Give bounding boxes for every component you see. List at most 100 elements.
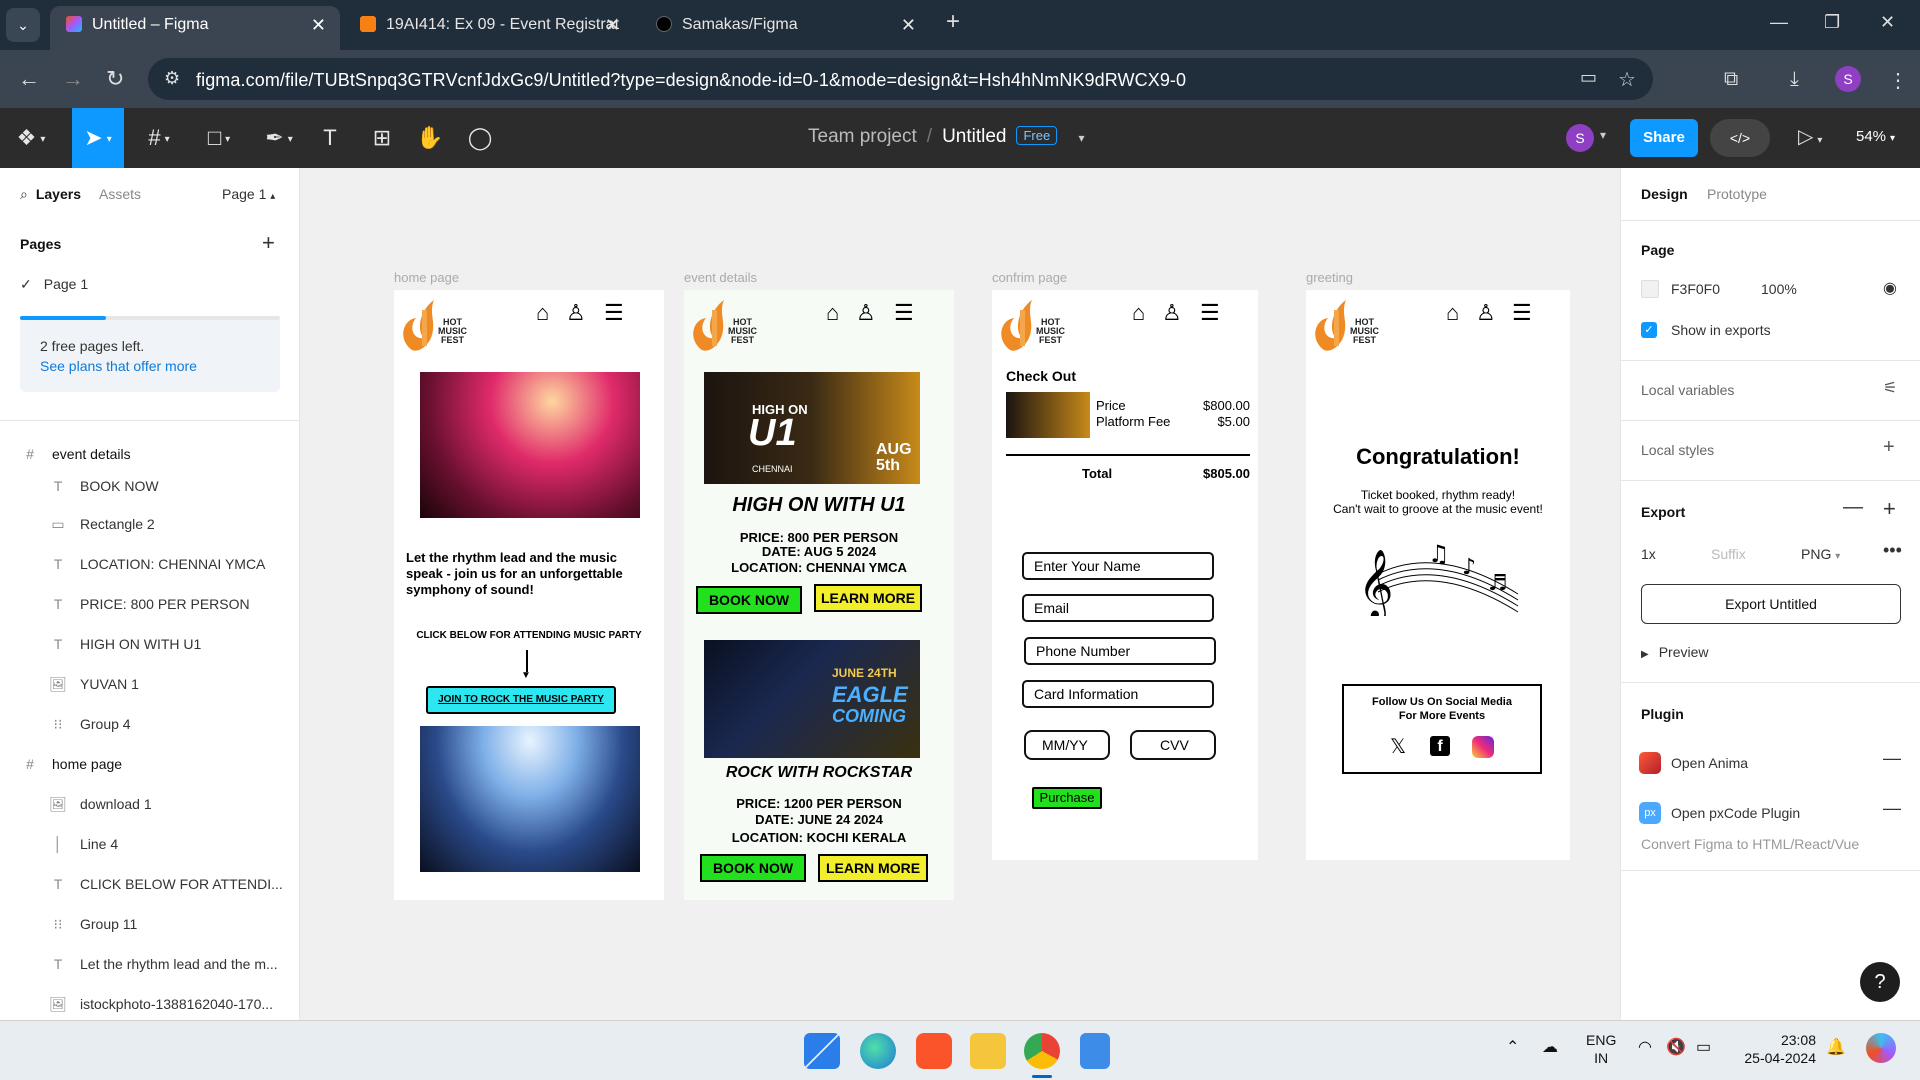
volume-muted-icon[interactable]: 🔇 (1666, 1039, 1686, 1057)
back-icon[interactable]: ← (18, 66, 40, 92)
remove-export-icon[interactable]: — (1843, 496, 1863, 519)
export-suffix-input[interactable]: Suffix (1711, 546, 1746, 562)
greeting-frame[interactable]: HOT MUSIC FEST ⌂ ♙ ☰ Congratulation! Ticke… (1306, 290, 1570, 860)
email-field[interactable]: Email (1022, 594, 1214, 622)
confirm-page-frame[interactable]: HOT MUSIC FEST ⌂ ♙ ☰ Check Out Price $800.… (992, 290, 1258, 860)
purchase-button[interactable]: Purchase (1032, 787, 1102, 809)
new-tab-icon[interactable]: + (946, 8, 960, 36)
plugin-anima[interactable]: Open Anima (1671, 755, 1748, 771)
user-icon[interactable]: ♙ (1476, 300, 1496, 326)
tab-search-button[interactable]: ⌄ (6, 8, 40, 42)
layer-row[interactable]: T BOOK NOW (0, 466, 299, 506)
tab-figma[interactable]: Untitled – Figma ✕ (50, 6, 340, 50)
team-name[interactable]: Team project (808, 126, 917, 147)
instagram-icon[interactable] (1472, 736, 1494, 758)
hamburger-menu-icon[interactable]: ☰ (604, 300, 624, 326)
layer-row[interactable]: T LOCATION: CHENNAI YMCA (0, 544, 299, 584)
windows-start-icon[interactable] (804, 1033, 840, 1069)
facebook-icon[interactable]: f (1430, 736, 1450, 756)
layer-row[interactable]: T PRICE: 800 PER PERSON (0, 584, 299, 624)
local-variables-label[interactable]: Local variables (1641, 382, 1734, 398)
language-indicator[interactable]: ENG IN (1586, 1031, 1616, 1067)
user-icon[interactable]: ♙ (1162, 300, 1182, 326)
notifications-icon[interactable]: 🔔 (1826, 1039, 1846, 1057)
tab-assets[interactable]: Assets (99, 186, 141, 202)
add-page-icon[interactable]: + (262, 230, 275, 256)
layer-row[interactable]: T CLICK BELOW FOR ATTENDI... (0, 864, 299, 904)
home-icon[interactable]: ⌂ (536, 300, 549, 326)
zoom-level[interactable]: 54% ▾ (1856, 128, 1895, 145)
move-tool-icon[interactable]: ➤ ▾ (72, 108, 124, 168)
chrome-icon[interactable] (1024, 1033, 1060, 1069)
bookmark-star-icon[interactable]: ☆ (1618, 67, 1636, 92)
cast-off-icon[interactable]: ▭ (1580, 67, 1597, 88)
tab-design[interactable]: Design (1641, 186, 1688, 202)
onedrive-icon[interactable]: ☁ (1542, 1039, 1558, 1057)
download-icon[interactable]: ⤓ (1790, 68, 1799, 91)
dev-mode-toggle[interactable]: </> (1710, 119, 1770, 157)
remove-plugin-icon[interactable]: — (1883, 748, 1901, 769)
hamburger-menu-icon[interactable]: ☰ (1512, 300, 1532, 326)
profile-avatar[interactable]: S (1835, 66, 1861, 92)
tab-github[interactable]: Samakas/Figma ✕ (640, 6, 930, 50)
cvv-field[interactable]: CVV (1130, 730, 1216, 760)
comment-tool-icon[interactable]: ◯ (462, 108, 498, 168)
layer-row[interactable]: │ Line 4 (0, 824, 299, 864)
file-explorer-icon[interactable] (970, 1033, 1006, 1069)
eye-icon[interactable]: ◉ (1883, 278, 1897, 298)
card-field[interactable]: Card Information (1022, 680, 1214, 708)
show-exports-checkbox[interactable]: ✓ (1641, 322, 1657, 338)
layer-row[interactable]: ⁝⁝ Group 4 (0, 704, 299, 744)
extensions-icon[interactable]: ⧉ (1724, 68, 1738, 91)
frame-label-home[interactable]: home page (394, 270, 459, 285)
copilot-icon[interactable] (1866, 1033, 1896, 1063)
page-selector[interactable]: Page 1 ▴ (222, 186, 275, 202)
event1-learn-more-button[interactable]: LEARN MORE (814, 584, 922, 612)
canvas[interactable]: home page event details confrim page gre… (300, 168, 1620, 1020)
frame-label-confirm[interactable]: confrim page (992, 270, 1067, 285)
close-tab-icon[interactable]: ✕ (901, 6, 916, 44)
event2-book-now-button[interactable]: BOOK NOW (700, 854, 806, 882)
frame-tool-icon[interactable]: # ▾ (136, 108, 182, 168)
page-list-item[interactable]: ✓ Page 1 (20, 276, 88, 293)
event2-learn-more-button[interactable]: LEARN MORE (818, 854, 928, 882)
reload-icon[interactable]: ↻ (106, 66, 124, 92)
notepad-icon[interactable] (1080, 1033, 1110, 1069)
x-twitter-icon[interactable]: 𝕏 (1390, 734, 1406, 759)
layer-row[interactable]: 🖼 download 1 (0, 784, 299, 824)
hamburger-menu-icon[interactable]: ☰ (1200, 300, 1220, 326)
close-tab-icon[interactable]: ✕ (311, 6, 326, 44)
edge-icon[interactable] (860, 1033, 896, 1069)
export-button[interactable]: Export Untitled (1641, 584, 1901, 624)
shape-tool-icon[interactable]: □ ▾ (196, 108, 242, 168)
layer-row[interactable]: T Let the rhythm lead and the m... (0, 944, 299, 984)
layer-row[interactable]: 🖼 istockphoto-1388162040-170... (0, 984, 299, 1020)
wifi-icon[interactable]: ◠ (1638, 1039, 1652, 1057)
layer-row[interactable]: ▭ Rectangle 2 (0, 504, 299, 544)
pen-tool-icon[interactable]: ✒ ▾ (256, 108, 302, 168)
export-format-select[interactable]: PNG ▾ (1801, 546, 1840, 562)
user-icon[interactable]: ♙ (856, 300, 876, 326)
layer-row[interactable]: # home page (0, 744, 299, 784)
home-icon[interactable]: ⌂ (1446, 300, 1459, 326)
close-tab-icon[interactable]: ✕ (605, 6, 620, 44)
restore-icon[interactable]: ❐ (1824, 12, 1840, 33)
minimize-icon[interactable]: — (1770, 12, 1788, 33)
tab-layers[interactable]: Layers (36, 186, 81, 202)
site-info-icon[interactable]: ⚙ (164, 68, 180, 89)
page-color-opacity[interactable]: 100% (1761, 281, 1797, 297)
show-hidden-icons-icon[interactable]: ⌃ (1506, 1039, 1519, 1057)
tab-prototype[interactable]: Prototype (1707, 186, 1767, 202)
phone-field[interactable]: Phone Number (1024, 637, 1216, 665)
user-icon[interactable]: ♙ (566, 300, 586, 326)
browser-menu-icon[interactable]: ⋮ (1888, 68, 1908, 93)
url-field[interactable]: ⚙ figma.com/file/TUBtSnpq3GTRVcnfJdxGc9/… (148, 58, 1653, 100)
frame-label-greeting[interactable]: greeting (1306, 270, 1353, 285)
resources-icon[interactable]: ⊞ (364, 108, 400, 168)
layer-row[interactable]: T HIGH ON WITH U1 (0, 624, 299, 664)
close-window-icon[interactable]: ✕ (1880, 12, 1895, 33)
name-field[interactable]: Enter Your Name (1022, 552, 1214, 580)
hand-tool-icon[interactable]: ✋ (412, 108, 448, 168)
text-tool-icon[interactable]: T (312, 108, 348, 168)
chevron-down-icon[interactable]: ▾ (1079, 131, 1085, 145)
